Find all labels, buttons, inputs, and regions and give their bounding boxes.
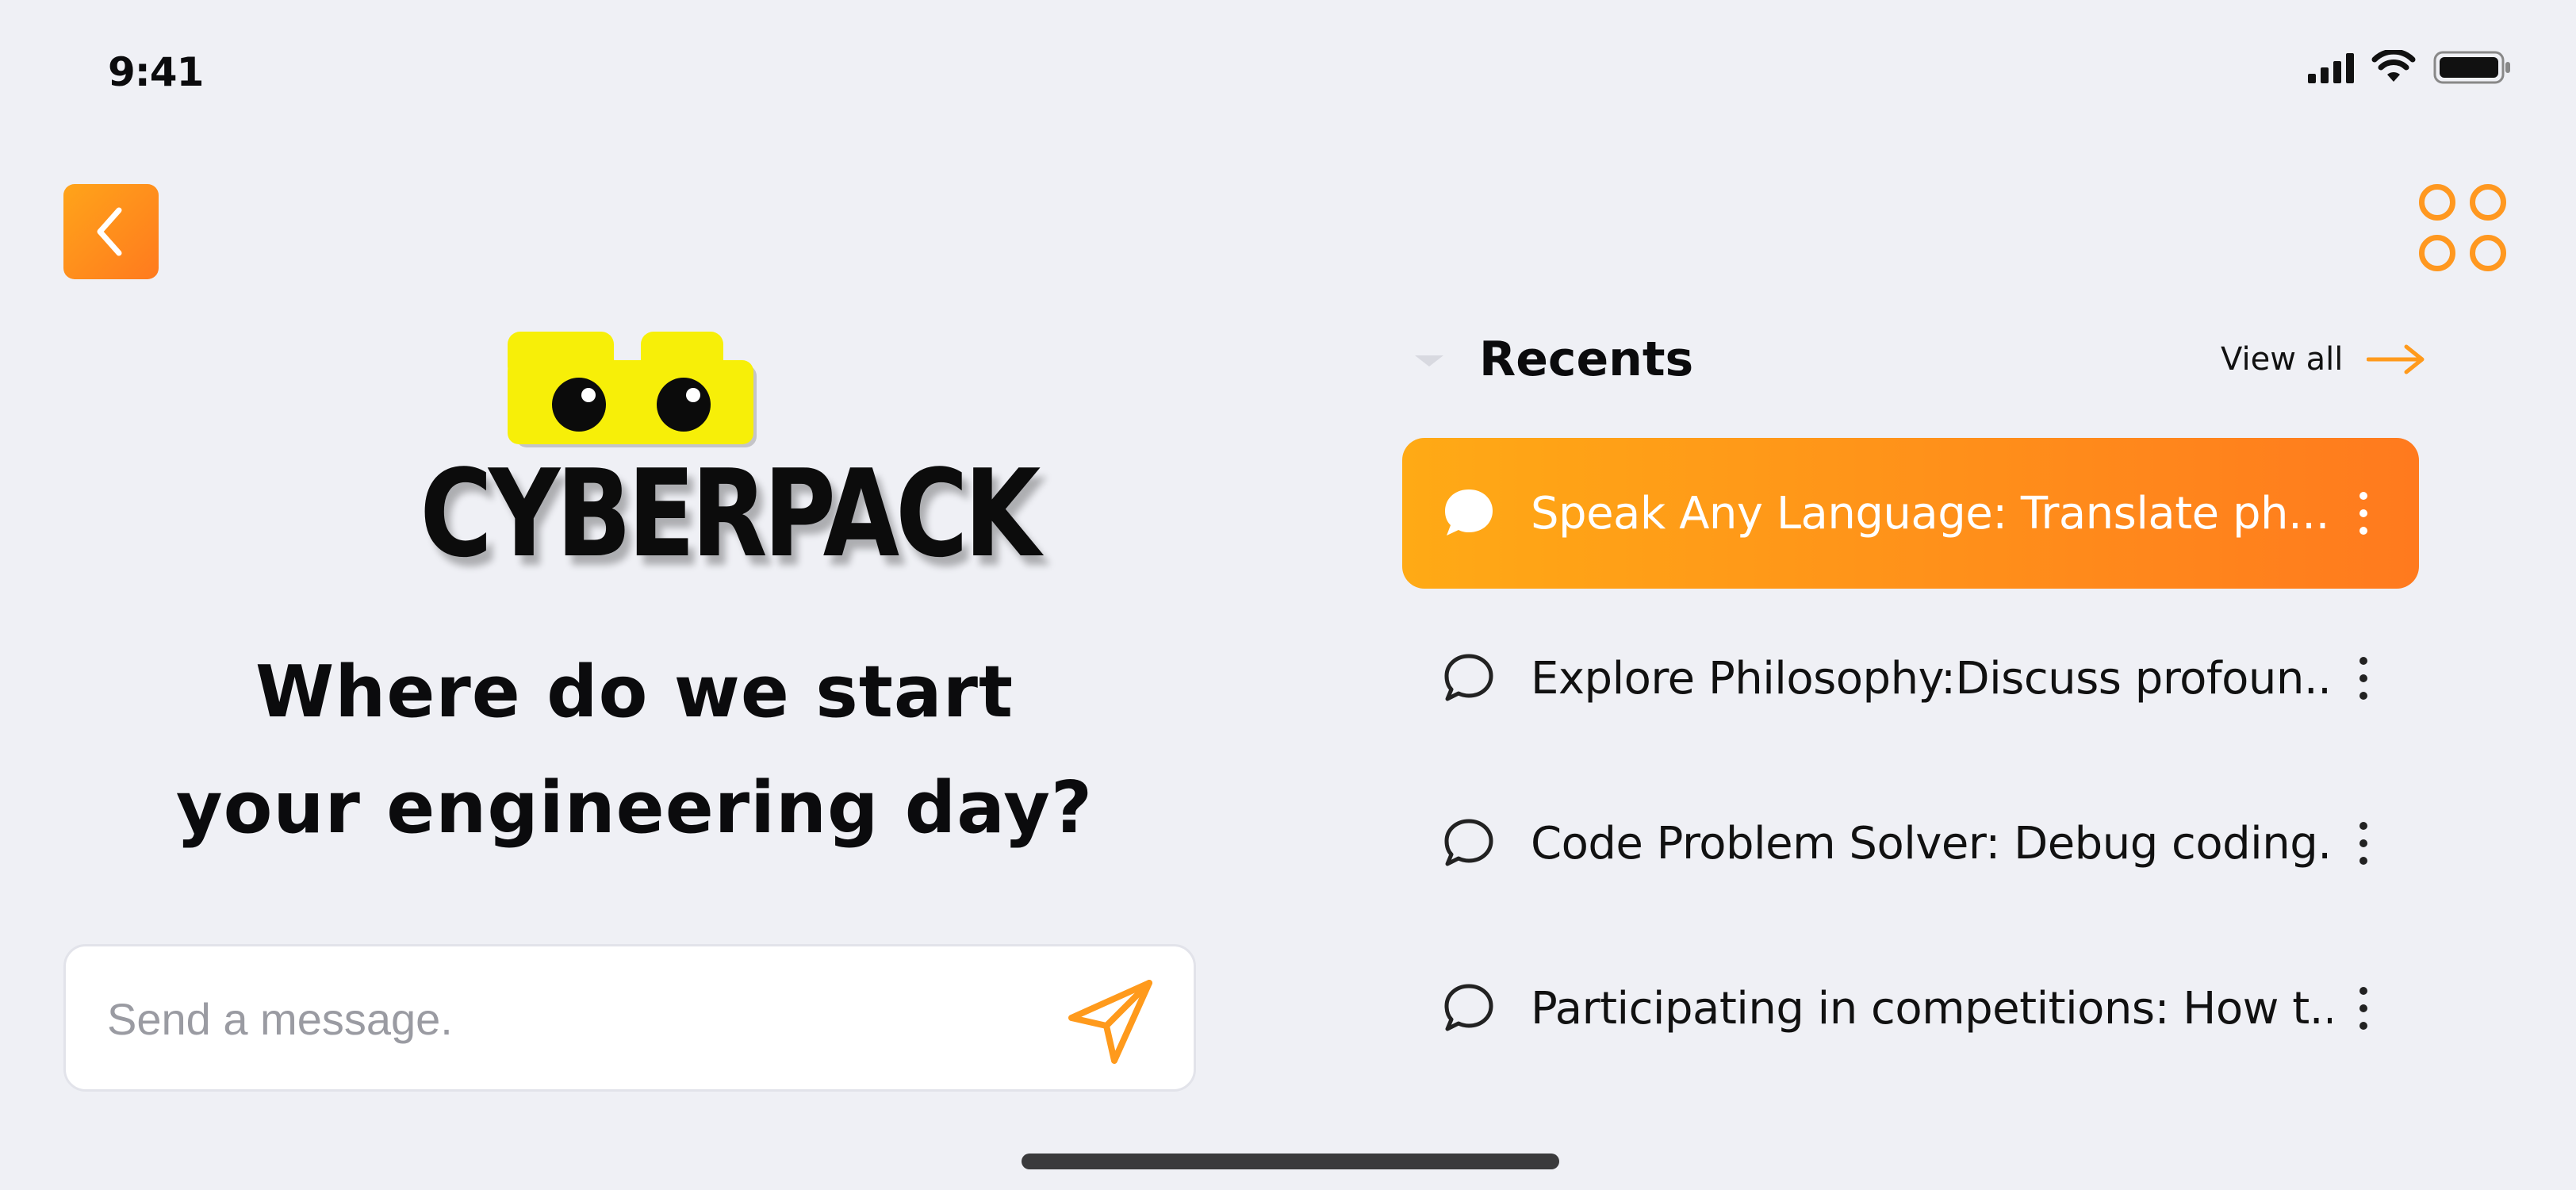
send-button[interactable] [1067, 978, 1154, 1065]
recent-item-label: Explore Philosophy:Discuss profoun... [1531, 652, 2332, 704]
chat-bubble-icon [1440, 980, 1497, 1037]
back-button[interactable] [63, 184, 159, 279]
wifi-icon [2371, 50, 2416, 82]
recent-item-label: Code Problem Solver: Debug coding... [1531, 817, 2332, 869]
message-input[interactable] [105, 946, 1021, 1091]
arrow-right-icon [2367, 344, 2425, 374]
recent-item[interactable]: Participating in competitions: How t... [1402, 933, 2419, 1084]
view-all-link[interactable]: View all [2221, 341, 2425, 378]
battery-icon [2433, 51, 2510, 84]
recents-collapse-caret[interactable] [1415, 355, 1443, 367]
recents-list: Speak Any Language: Translate ph... Expl… [1402, 438, 2419, 1098]
recents-title: Recents [1479, 332, 1694, 387]
recent-item[interactable]: Code Problem Solver: Debug coding... [1402, 768, 2419, 919]
menu-button[interactable] [2419, 184, 2513, 278]
chevron-left-icon [97, 207, 122, 256]
brand-logo [508, 332, 761, 451]
mascot-icon [508, 332, 757, 447]
chat-bubble-icon [1440, 650, 1497, 707]
recent-item-label: Participating in competitions: How t... [1531, 982, 2332, 1035]
message-composer [63, 944, 1196, 1092]
recent-item[interactable]: Explore Philosophy:Discuss profoun... [1402, 603, 2419, 754]
recent-item[interactable]: Speak Any Language: Translate ph... [1402, 438, 2419, 589]
headline-line-1: Where do we start [255, 651, 1014, 734]
four-circles-icon [2419, 184, 2455, 221]
status-time: 9:41 [108, 49, 204, 95]
brand-name: CYBERPACK [420, 443, 1041, 584]
page-headline: Where do we start your engineering day? [127, 635, 1142, 866]
chat-bubble-icon [1440, 485, 1497, 542]
cellular-signal-icon [2308, 52, 2354, 83]
more-options-icon[interactable] [2348, 808, 2379, 879]
paper-plane-icon [1068, 980, 1152, 1064]
more-options-icon[interactable] [2348, 478, 2379, 549]
home-indicator[interactable] [1022, 1154, 1559, 1169]
headline-line-2: your engineering day? [175, 766, 1094, 850]
view-all-label: View all [2221, 341, 2344, 378]
recent-item-label: Speak Any Language: Translate ph... [1531, 487, 2329, 539]
more-options-icon[interactable] [2348, 973, 2379, 1044]
status-icons [2308, 49, 2513, 86]
more-options-icon[interactable] [2348, 643, 2379, 714]
chat-bubble-icon [1440, 815, 1497, 872]
